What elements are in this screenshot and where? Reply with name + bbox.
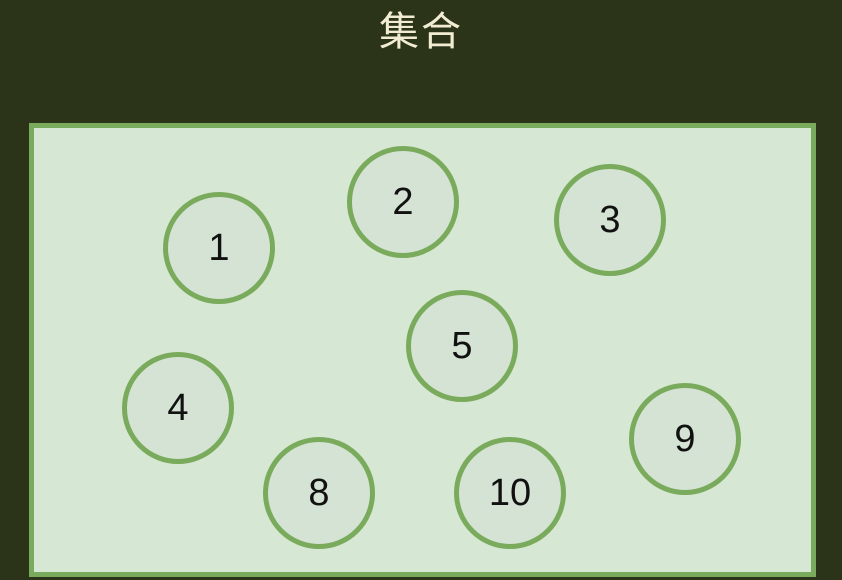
element-label: 10 [488,472,532,514]
element-label: 5 [451,325,473,367]
element-circle-3[interactable]: 3 [554,164,666,276]
element-circle-4[interactable]: 4 [122,352,234,464]
element-circle-8[interactable]: 8 [263,437,375,549]
element-label: 8 [308,472,330,514]
page-title: 集合 [379,9,463,55]
element-circle-1[interactable]: 1 [163,192,275,304]
element-label: 4 [167,387,189,429]
element-circle-9[interactable]: 9 [629,383,741,495]
element-circle-5[interactable]: 5 [406,290,518,402]
element-label: 1 [208,227,230,269]
element-circle-10[interactable]: 10 [454,437,566,549]
element-label: 3 [599,199,621,241]
element-label: 2 [392,181,414,223]
element-label: 9 [674,418,696,460]
element-circle-2[interactable]: 2 [347,146,459,258]
